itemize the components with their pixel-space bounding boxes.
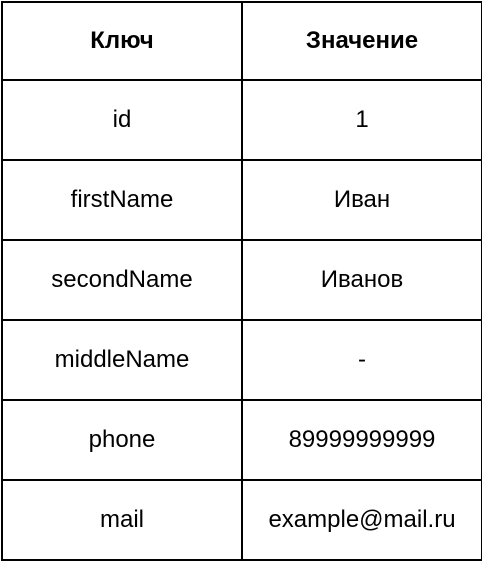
table-row: id 1: [1, 79, 482, 161]
table-header: Ключ Значение: [1, 1, 482, 81]
cell-key: middleName: [1, 319, 243, 401]
header-key: Ключ: [1, 1, 243, 81]
key-value-table: Ключ Значение id 1 firstName Иван second…: [1, 1, 482, 561]
table-row: phone 89999999999: [1, 399, 482, 481]
header-row: Ключ Значение: [1, 1, 482, 81]
table-body: id 1 firstName Иван secondName Иванов mi…: [1, 79, 482, 561]
cell-key: firstName: [1, 159, 243, 241]
cell-value: -: [241, 319, 482, 401]
cell-key: id: [1, 79, 243, 161]
cell-key: mail: [1, 479, 243, 561]
cell-key: phone: [1, 399, 243, 481]
table-row: mail example@mail.ru: [1, 479, 482, 561]
cell-value: 89999999999: [241, 399, 482, 481]
table-row: secondName Иванов: [1, 239, 482, 321]
cell-value: example@mail.ru: [241, 479, 482, 561]
cell-value: 1: [241, 79, 482, 161]
cell-value: Иванов: [241, 239, 482, 321]
cell-value: Иван: [241, 159, 482, 241]
table-row: firstName Иван: [1, 159, 482, 241]
table-row: middleName -: [1, 319, 482, 401]
header-value: Значение: [241, 1, 482, 81]
cell-key: secondName: [1, 239, 243, 321]
